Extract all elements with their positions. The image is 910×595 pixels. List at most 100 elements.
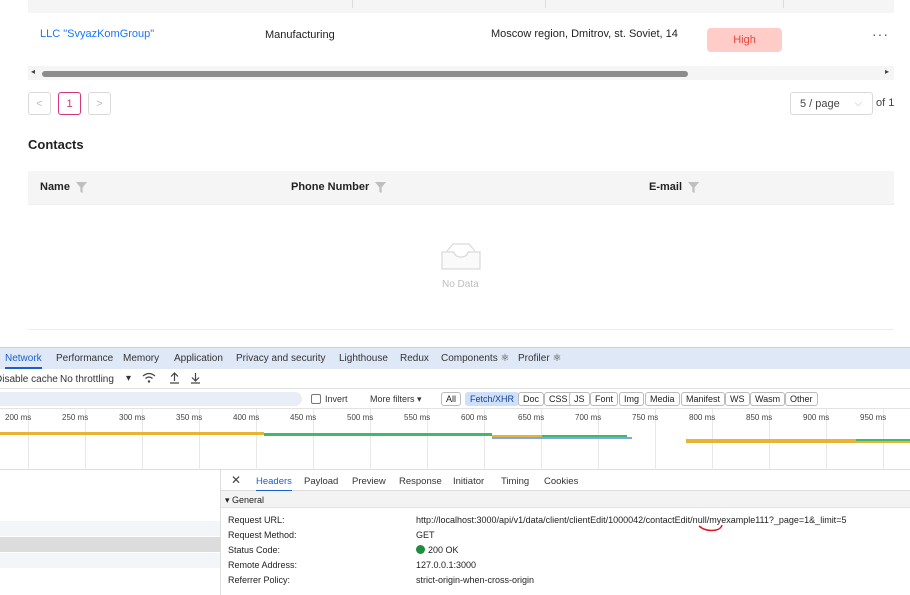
table-header-strip bbox=[28, 0, 894, 13]
filter-type-manifest[interactable]: Manifest bbox=[681, 392, 726, 406]
list-item[interactable] bbox=[0, 537, 220, 552]
more-filters-button[interactable]: More filters ▾ bbox=[370, 394, 422, 405]
filter-type-media[interactable]: Media bbox=[645, 392, 680, 406]
timeline-bar bbox=[686, 441, 910, 443]
timeline-tick-label: 450 ms bbox=[290, 413, 317, 422]
timeline-bar bbox=[0, 432, 264, 435]
filter-icon[interactable] bbox=[75, 181, 87, 193]
column-header-name: Name bbox=[40, 181, 87, 193]
timeline-tick-label: 500 ms bbox=[347, 413, 374, 422]
disable-cache-checkbox[interactable]: Disable cache bbox=[0, 374, 58, 385]
tab-redux[interactable]: Redux bbox=[400, 353, 429, 364]
tab-memory[interactable]: Memory bbox=[123, 353, 159, 364]
chevron-down-icon: ⌵ bbox=[854, 98, 862, 109]
page-button-1[interactable]: 1 bbox=[58, 92, 81, 115]
filter-type-js[interactable]: JS bbox=[569, 392, 590, 406]
contacts-title: Contacts bbox=[28, 137, 84, 152]
filter-type-all[interactable]: All bbox=[441, 392, 462, 406]
list-item[interactable] bbox=[0, 521, 220, 536]
chevron-right-icon[interactable]: > bbox=[88, 92, 111, 115]
filter-type-doc[interactable]: Doc bbox=[518, 392, 545, 406]
column-divider bbox=[352, 0, 353, 8]
tab-privacy[interactable]: Privacy and security bbox=[236, 353, 325, 364]
ellipsis-icon[interactable]: ··· bbox=[872, 26, 889, 42]
column-header-label: Name bbox=[40, 181, 70, 193]
download-icon[interactable] bbox=[190, 372, 201, 384]
request-method-value: GET bbox=[416, 530, 435, 540]
company-name-link[interactable]: LLC "SvyazKomGroup" bbox=[40, 28, 154, 40]
tab-timing[interactable]: Timing bbox=[501, 476, 529, 487]
filter-input[interactable] bbox=[0, 392, 302, 406]
header-label: Referrer Policy: bbox=[228, 575, 291, 585]
tab-cookies[interactable]: Cookies bbox=[544, 476, 578, 487]
throttling-select[interactable]: No throttling bbox=[60, 374, 114, 385]
filter-type-ws[interactable]: WS bbox=[725, 392, 750, 406]
invert-checkbox[interactable] bbox=[311, 394, 321, 404]
timeline-tick-label: 400 ms bbox=[233, 413, 260, 422]
tab-components[interactable]: Components ⚛ bbox=[441, 353, 509, 364]
timeline-bar bbox=[492, 437, 632, 439]
timeline-tick-label: 850 ms bbox=[746, 413, 773, 422]
filter-icon[interactable] bbox=[688, 181, 700, 193]
chevron-left-icon[interactable]: < bbox=[28, 92, 51, 115]
filter-type-font[interactable]: Font bbox=[590, 392, 619, 406]
timeline-tick-label: 600 ms bbox=[461, 413, 488, 422]
timeline-bar bbox=[264, 433, 492, 436]
tab-preview[interactable]: Preview bbox=[352, 476, 386, 487]
wifi-settings-icon[interactable] bbox=[142, 372, 156, 384]
filter-type-fetch-xhr[interactable]: Fetch/XHR bbox=[465, 392, 520, 406]
network-toolbar bbox=[0, 369, 910, 389]
tab-performance[interactable]: Performance bbox=[56, 353, 113, 364]
list-item[interactable] bbox=[0, 553, 220, 568]
timeline-tick-label: 250 ms bbox=[62, 413, 89, 422]
header-label: Remote Address: bbox=[228, 560, 298, 570]
page-size-select[interactable]: 5 / page ⌵ bbox=[790, 92, 873, 115]
company-industry: Manufacturing bbox=[265, 29, 335, 41]
tab-initiator[interactable]: Initiator bbox=[453, 476, 484, 487]
request-url-value: http://localhost:3000/api/v1/data/client… bbox=[416, 515, 847, 525]
tab-headers[interactable]: Headers bbox=[256, 476, 292, 492]
header-label: Status Code: bbox=[228, 545, 281, 555]
tab-lighthouse[interactable]: Lighthouse bbox=[339, 353, 388, 364]
column-header-email: E-mail bbox=[649, 181, 700, 193]
filter-type-img[interactable]: Img bbox=[619, 392, 645, 406]
timeline-tick-label: 700 ms bbox=[575, 413, 602, 422]
timeline-tick-label: 300 ms bbox=[119, 413, 146, 422]
tab-response[interactable]: Response bbox=[399, 476, 442, 487]
filter-type-wasm[interactable]: Wasm bbox=[750, 392, 786, 406]
page-size-value: 5 / page bbox=[800, 98, 840, 110]
divider bbox=[28, 329, 894, 330]
scroll-right-icon[interactable]: ▸ bbox=[885, 67, 889, 76]
timeline-tick-label: 550 ms bbox=[404, 413, 431, 422]
scroll-left-icon[interactable]: ◂ bbox=[31, 67, 35, 76]
scrollbar-thumb[interactable] bbox=[42, 71, 688, 77]
contacts-table-header bbox=[28, 171, 894, 205]
tab-network[interactable]: Network bbox=[5, 353, 42, 369]
status-code-value: 200 OK bbox=[416, 545, 459, 555]
empty-inbox-icon bbox=[441, 243, 481, 270]
column-header-phone: Phone Number bbox=[291, 181, 387, 193]
general-section-title: ▾ General bbox=[225, 495, 265, 505]
header-label: Request Method: bbox=[228, 530, 297, 540]
general-section-header[interactable] bbox=[221, 491, 910, 508]
filter-icon[interactable] bbox=[375, 181, 387, 193]
column-header-label: E-mail bbox=[649, 181, 683, 193]
close-icon[interactable]: ✕ bbox=[231, 473, 241, 487]
page-count-text: of 1 bbox=[876, 97, 895, 109]
status-dot-icon bbox=[416, 545, 425, 554]
remote-address-value: 127.0.0.1:3000 bbox=[416, 560, 477, 570]
status-code-text: 200 OK bbox=[428, 545, 459, 555]
timeline-tick-label: 800 ms bbox=[689, 413, 716, 422]
tab-profiler[interactable]: Profiler ⚛ bbox=[518, 353, 561, 364]
priority-badge: High bbox=[707, 28, 782, 52]
tab-payload[interactable]: Payload bbox=[304, 476, 338, 487]
timeline-tick-label: 350 ms bbox=[176, 413, 203, 422]
timeline-tick-label: 200 ms bbox=[5, 413, 32, 422]
column-header-label: Phone Number bbox=[291, 181, 370, 193]
upload-icon[interactable] bbox=[169, 372, 180, 384]
filter-type-other[interactable]: Other bbox=[785, 392, 818, 406]
chevron-down-icon[interactable]: ▾ bbox=[126, 373, 131, 384]
tab-application[interactable]: Application bbox=[174, 353, 223, 364]
column-divider bbox=[545, 0, 546, 8]
timeline-tick-label: 650 ms bbox=[518, 413, 545, 422]
